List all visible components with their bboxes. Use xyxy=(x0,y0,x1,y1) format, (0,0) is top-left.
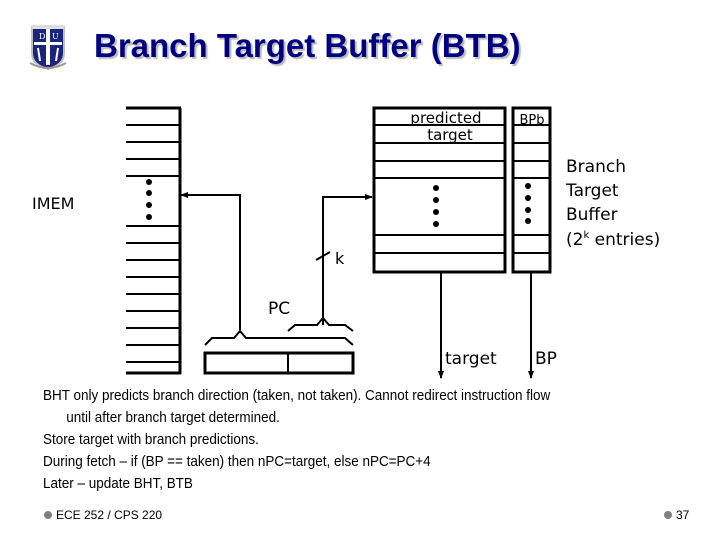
predicted-target-header-1: predicted xyxy=(410,109,481,127)
btb-index-arrow xyxy=(322,194,373,325)
page-number: 37 xyxy=(676,508,690,522)
bullet-item: During fetch – if (BP == taken) then nPC… xyxy=(43,454,431,470)
imem-array xyxy=(126,106,182,375)
pc-register xyxy=(203,351,355,375)
bp-output-label: BP xyxy=(535,349,557,369)
bullet-dot-icon xyxy=(44,511,52,519)
bullet-item-continuation: until after branch target determined. xyxy=(66,410,280,426)
ellipsis-dot xyxy=(525,195,531,201)
ellipsis-dot xyxy=(146,190,152,196)
bullet-item: Store target with branch predictions. xyxy=(43,432,259,448)
ellipsis-dot xyxy=(146,214,152,220)
bpb-header: BPb xyxy=(519,113,544,128)
btb-caption-line-1: Branch xyxy=(566,157,626,177)
ellipsis-dot xyxy=(525,207,531,213)
ellipsis-dot xyxy=(433,185,439,191)
ellipsis-dot xyxy=(525,218,531,224)
ellipsis-dot xyxy=(146,202,152,208)
ellipsis-dot xyxy=(525,183,531,189)
btb-caption-line-2: Target xyxy=(565,181,619,201)
footer-page: 37 xyxy=(664,508,689,522)
bullet-item: Later – update BHT, BTB xyxy=(43,476,193,492)
bullet-dot-icon xyxy=(664,511,672,519)
btb-entries-prefix: (2 xyxy=(566,230,583,250)
k-bits-label: k xyxy=(335,249,345,268)
ellipsis-dot xyxy=(433,197,439,203)
bpb-array xyxy=(511,106,552,274)
imem-address-arrow xyxy=(180,192,241,330)
footer-course: ECE 252 / CPS 220 xyxy=(44,508,162,522)
btb-entries-caption: (2k entries) xyxy=(566,230,660,250)
btb-caption-line-3: Buffer xyxy=(566,205,618,225)
ellipsis-dot xyxy=(433,209,439,215)
imem-label: IMEM xyxy=(32,194,74,213)
pc-index-brace xyxy=(287,316,354,332)
bullet-list: BHT only predicts branch direction (take… xyxy=(43,385,638,495)
bullet-item: BHT only predicts branch direction (take… xyxy=(43,388,551,404)
ellipsis-dot xyxy=(146,179,152,185)
ellipsis-dot xyxy=(433,221,439,227)
pc-full-brace xyxy=(204,329,354,346)
btb-entries-suffix: entries) xyxy=(589,230,660,250)
course-label: ECE 252 / CPS 220 xyxy=(56,508,163,522)
target-output-label: target xyxy=(445,349,497,369)
predicted-target-header-2: target xyxy=(427,126,473,144)
pc-label: PC xyxy=(268,299,290,319)
